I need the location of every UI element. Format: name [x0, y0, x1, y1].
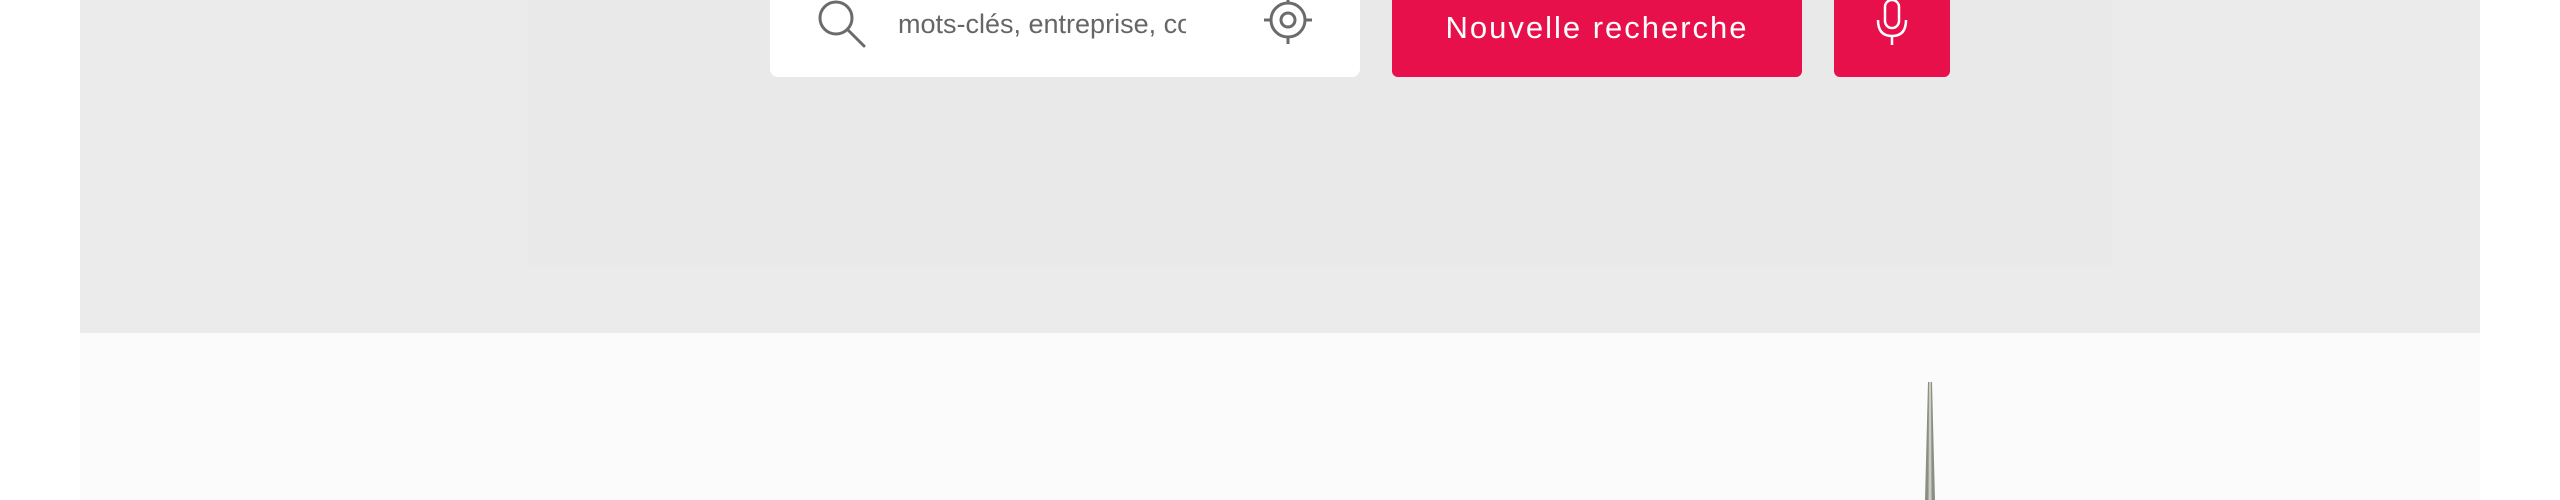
search-input[interactable] — [898, 0, 1186, 48]
voice-search-button[interactable] — [1834, 0, 1950, 77]
search-icon — [816, 0, 868, 50]
crosshair-locate-icon[interactable] — [1262, 0, 1314, 46]
microphone-icon — [1874, 0, 1910, 48]
new-search-button[interactable]: Nouvelle recherche — [1392, 0, 1802, 77]
search-box[interactable] — [770, 0, 1360, 77]
hero-image-area — [80, 333, 2480, 500]
search-section: Nouvelle recherche — [80, 0, 2480, 333]
page: Nouvelle recherche — [0, 0, 2560, 500]
tower-spire-image — [1920, 382, 1940, 500]
